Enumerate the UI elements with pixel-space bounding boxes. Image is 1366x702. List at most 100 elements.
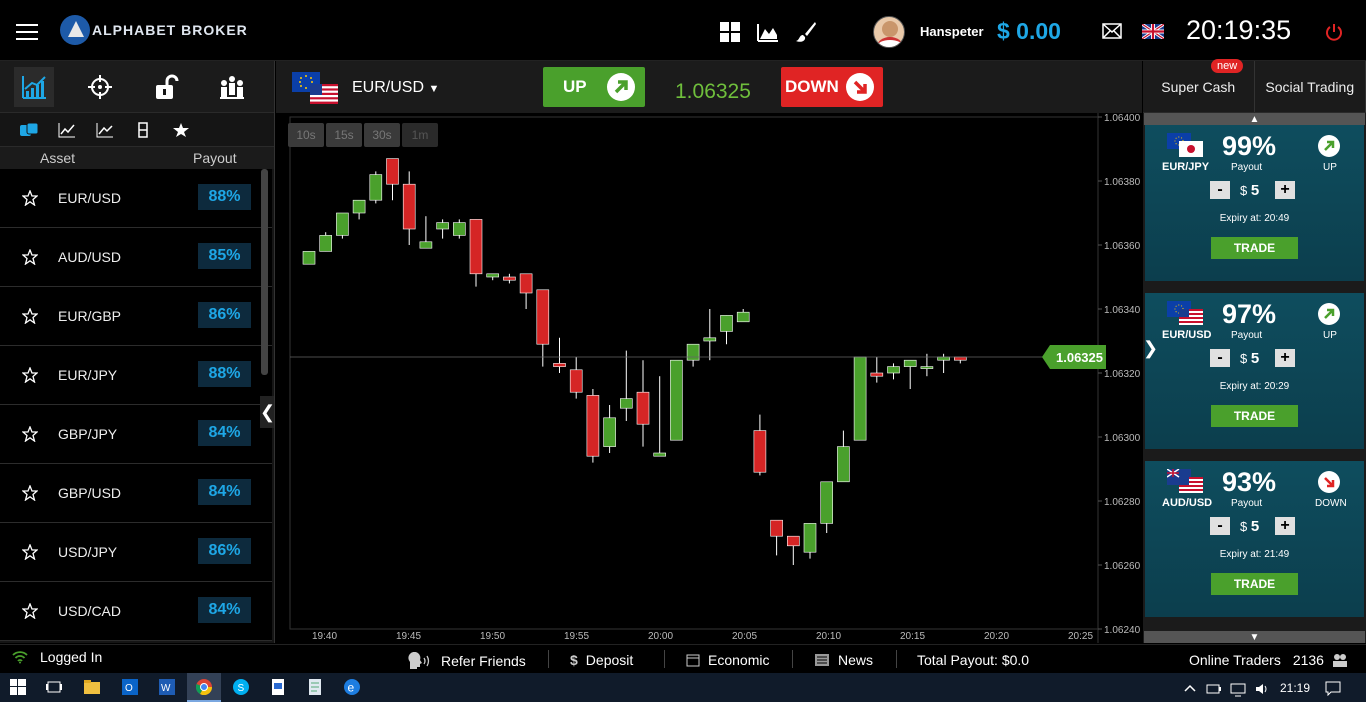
area-chart-icon[interactable] [756,20,780,44]
asset-row[interactable]: EUR/JPY 88% [0,346,272,405]
taskbar-clock[interactable]: 21:19 [1280,681,1310,695]
svg-text:S: S [238,683,245,694]
interval-30s[interactable]: 30s [364,123,400,147]
col-payout: Payout [193,150,237,166]
task-view-icon[interactable] [46,679,62,695]
asset-row[interactable]: USD/JPY 86% [0,523,272,582]
commodity-icon[interactable] [134,121,152,138]
card-pair: AUD/USD [1162,497,1213,509]
star-outline-icon[interactable] [22,367,38,383]
star-outline-icon[interactable] [22,544,38,560]
line-chart-icon[interactable] [58,122,76,138]
candle-body [820,481,834,524]
network-icon[interactable] [1230,681,1246,697]
arrow-up-right-icon[interactable] [1318,303,1340,325]
news-link[interactable]: News [814,652,873,668]
skype-icon[interactable]: S [233,679,249,695]
pair-selector[interactable]: EUR/USD ▼ [352,79,439,97]
outlook-icon[interactable]: O [122,679,138,695]
candle-body [803,523,817,553]
windows-start-icon[interactable] [10,679,26,695]
asset-row[interactable]: GBP/USD 84% [0,464,272,523]
notes-icon[interactable] [307,679,323,695]
file-explorer-icon[interactable] [84,679,100,695]
trade-button[interactable]: TRADE [1211,573,1298,595]
candle-body [703,337,717,342]
avatar[interactable] [873,16,905,48]
candle-body [302,251,316,265]
increase-amount-button[interactable]: + [1275,517,1295,535]
asset-row[interactable]: USD/CAD 84% [0,582,272,641]
candlestick-chart[interactable]: 1.06400 1.06380 1.06360 1.06340 1.06320 1.063… [276,113,1142,643]
chart-area: EUR/USD ▼ UP 1.06325 DOWN 1.06400 1.06380… [276,61,1142,643]
tab-lock[interactable] [146,67,186,107]
currency-icon[interactable] [20,122,38,138]
grid-icon[interactable] [718,20,742,44]
increase-amount-button[interactable]: + [1275,181,1295,199]
balance-display[interactable]: $ 0.00 [997,18,1061,45]
tab-target[interactable] [80,67,120,107]
mail-icon[interactable] [1102,23,1122,39]
interval-10s[interactable]: 10s [288,123,324,147]
speaking-head-icon [408,652,430,669]
star-outline-icon[interactable] [22,190,38,206]
asset-row[interactable]: EUR/USD 88% [0,169,272,228]
star-outline-icon[interactable] [22,603,38,619]
up-label: UP [563,77,587,96]
scroll-up-button[interactable]: ▲ [1144,113,1365,125]
tray-chevron-icon[interactable] [1182,681,1198,697]
star-outline-icon[interactable] [22,308,38,324]
candle-body [870,372,884,377]
increase-amount-button[interactable]: + [1275,349,1295,367]
live-price: 1.06325 [675,80,751,103]
star-outline-icon[interactable] [22,485,38,501]
favorite-star-icon[interactable] [172,122,190,138]
collapse-left-button[interactable]: ❮ [260,396,275,428]
decrease-amount-button[interactable]: - [1210,181,1230,199]
document-app-icon[interactable] [270,679,286,695]
asset-row[interactable]: GBP/JPY 84% [0,405,272,464]
deposit-link[interactable]: $ Deposit [570,652,633,668]
asset-row[interactable]: AUD/USD 85% [0,228,272,287]
up-button[interactable]: UP [543,67,645,107]
x-tick-label: 19:40 [312,631,337,642]
brush-icon[interactable] [794,20,818,44]
refer-friends-link[interactable]: Refer Friends [407,652,526,670]
logo[interactable]: ALPHABET BROKER [60,14,248,46]
arrow-down-right-icon[interactable] [1318,471,1340,493]
asset-row[interactable]: EUR/GBP 86% [0,287,272,346]
eur-usd-flag-icon[interactable] [292,72,338,104]
trade-button[interactable]: TRADE [1211,237,1298,259]
arrow-up-right-icon[interactable] [1318,135,1340,157]
battery-icon[interactable] [1206,681,1222,697]
candle-body [386,158,399,185]
menu-icon[interactable] [16,24,38,40]
tab-charts[interactable] [14,66,54,107]
asset-list-scrollbar[interactable] [261,169,268,375]
power-icon[interactable] [1325,23,1343,41]
down-button[interactable]: DOWN [781,67,883,107]
star-outline-icon[interactable] [22,426,38,442]
notification-icon[interactable] [1325,680,1341,696]
uk-flag-icon[interactable] [1142,24,1164,39]
x-tick-label: 20:20 [984,631,1009,642]
tab-social-trading[interactable]: Social Trading [1255,61,1366,112]
tab-people[interactable] [212,67,252,107]
interval-1m[interactable]: 1m [402,123,438,147]
decrease-amount-button[interactable]: - [1210,349,1230,367]
volume-icon[interactable] [1254,681,1270,697]
word-icon[interactable]: W [159,679,175,695]
stock-chart-icon[interactable] [96,122,114,138]
decrease-amount-button[interactable]: - [1210,517,1230,535]
collapse-right-button[interactable]: ❯ [1143,338,1158,366]
edge-icon[interactable]: e [344,679,360,695]
trade-button[interactable]: TRADE [1211,405,1298,427]
username[interactable]: Hanspeter [920,24,984,39]
star-outline-icon[interactable] [22,249,38,265]
x-tick-label: 20:00 [648,631,673,642]
scroll-down-button[interactable]: ▼ [1144,631,1365,643]
interval-15s[interactable]: 15s [326,123,362,147]
economic-link[interactable]: Economic [686,652,769,668]
chrome-icon[interactable] [196,679,212,695]
tab-super-cash[interactable]: Super Cash new [1143,59,1255,112]
